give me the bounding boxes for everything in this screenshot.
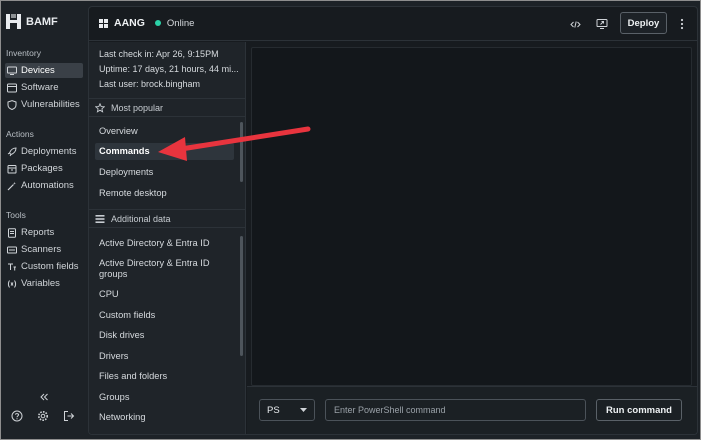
menu-item-groups[interactable]: Groups: [95, 392, 234, 403]
menu-item-cpu[interactable]: CPU: [95, 289, 234, 300]
scanner-icon: [7, 246, 17, 253]
list-icon: [95, 214, 105, 223]
device-panel: AANG Online Deploy Last check in: Apr 26…: [88, 6, 698, 435]
menu-item-remote-desktop[interactable]: Remote desktop: [95, 188, 234, 199]
remote-desktop-icon[interactable]: [596, 18, 608, 30]
nav-item-label: Vulnerabilities: [21, 99, 80, 110]
nav-section-inventory: Inventory: [6, 48, 41, 58]
variable-icon: [7, 279, 17, 288]
menu-item-files-and-folders[interactable]: Files and folders: [95, 371, 234, 382]
nav-item-label: Packages: [21, 163, 63, 174]
menu-item-commands[interactable]: Commands: [95, 143, 234, 160]
menu-item-drivers[interactable]: Drivers: [95, 351, 234, 362]
shell-select-value: PS: [267, 404, 280, 416]
menu-item-disk-drives[interactable]: Disk drives: [95, 330, 234, 341]
deploy-button[interactable]: Deploy: [620, 12, 667, 34]
last-checkin: Last check in: Apr 26, 9:15PM: [99, 49, 219, 59]
command-bar: PS Run command: [247, 386, 697, 434]
uptime: Uptime: 17 days, 21 hours, 44 mi...: [99, 64, 239, 74]
shield-icon: [7, 99, 17, 110]
menu-item-overview[interactable]: Overview: [95, 126, 234, 137]
help-icon[interactable]: [11, 410, 23, 422]
magic-wand-icon: [7, 181, 16, 190]
nav-item-label: Custom fields: [21, 261, 79, 272]
powershell-command-input[interactable]: [325, 399, 586, 421]
brand[interactable]: BAMF: [6, 14, 58, 29]
additional-data-scrollbar[interactable]: [240, 236, 243, 356]
double-chevron-left-icon: [38, 391, 50, 403]
windows-icon: [99, 18, 108, 28]
most-popular-title: Most popular: [111, 102, 164, 113]
window-icon: [7, 83, 17, 92]
nav-item-label: Reports: [21, 227, 55, 238]
shell-select[interactable]: PS: [259, 399, 315, 421]
nav-footer: [11, 410, 75, 422]
device-sidebar: Last check in: Apr 26, 9:15PM Uptime: 17…: [89, 42, 246, 434]
left-nav: BAMF Inventory Devices Software Vulnerab…: [1, 1, 87, 439]
nav-item-label: Deployments: [21, 146, 77, 157]
nav-section-tools: Tools: [6, 210, 26, 220]
nav-item-variables[interactable]: Variables: [5, 276, 83, 291]
more-vertical-icon[interactable]: [676, 18, 688, 30]
nav-item-automations[interactable]: Automations: [5, 178, 83, 193]
nav-item-vulnerabilities[interactable]: Vulnerabilities: [5, 97, 83, 112]
status-badge: Online: [166, 17, 195, 29]
gear-icon[interactable]: [37, 410, 49, 422]
additional-data-header: Additional data: [89, 209, 245, 228]
nav-item-devices[interactable]: Devices: [5, 63, 83, 78]
report-icon: [8, 227, 16, 238]
menu-item-custom-fields[interactable]: Custom fields: [95, 310, 234, 321]
run-command-button[interactable]: Run command: [596, 399, 682, 421]
menu-item-active-directory-groups[interactable]: Active Directory & Entra ID groups: [95, 258, 225, 280]
nav-item-label: Automations: [21, 180, 74, 191]
nav-item-label: Scanners: [21, 244, 62, 255]
bamf-logo-icon: [6, 14, 21, 29]
device-name: AANG: [114, 17, 145, 29]
brand-name: BAMF: [26, 15, 58, 28]
menu-item-deployments[interactable]: Deployments: [95, 167, 234, 178]
logout-icon[interactable]: [63, 410, 75, 422]
nav-item-label: Software: [21, 82, 59, 93]
nav-section-actions: Actions: [6, 129, 34, 139]
caret-down-icon: [300, 408, 307, 412]
command-output-area: [251, 47, 692, 386]
monitor-icon: [7, 66, 17, 75]
app-window: BAMF Inventory Devices Software Vulnerab…: [0, 0, 701, 440]
package-icon: [7, 164, 17, 173]
nav-item-software[interactable]: Software: [5, 80, 83, 95]
nav-item-label: Variables: [21, 278, 60, 289]
last-user: Last user: brock.bingham: [99, 79, 201, 89]
nav-item-label: Devices: [21, 65, 55, 76]
most-popular-header: Most popular: [89, 98, 245, 117]
status-dot-icon: [154, 20, 161, 26]
nav-item-scanners[interactable]: Scanners: [5, 242, 83, 257]
collapse-nav-button[interactable]: [38, 391, 50, 405]
device-header: AANG Online Deploy: [89, 7, 697, 41]
additional-data-title: Additional data: [111, 213, 171, 224]
menu-item-active-directory[interactable]: Active Directory & Entra ID: [95, 238, 234, 249]
most-popular-scrollbar[interactable]: [240, 122, 243, 182]
device-title: AANG Online: [99, 17, 194, 29]
rocket-icon: [7, 146, 17, 156]
nav-item-reports[interactable]: Reports: [5, 225, 83, 240]
nav-item-packages[interactable]: Packages: [5, 161, 83, 176]
code-icon[interactable]: [569, 18, 581, 30]
nav-item-deployments[interactable]: Deployments: [5, 144, 83, 159]
menu-item-networking[interactable]: Networking: [95, 412, 234, 423]
nav-item-custom-fields[interactable]: Custom fields: [5, 259, 83, 274]
text-field-icon: [8, 263, 16, 270]
star-icon: [95, 102, 105, 113]
